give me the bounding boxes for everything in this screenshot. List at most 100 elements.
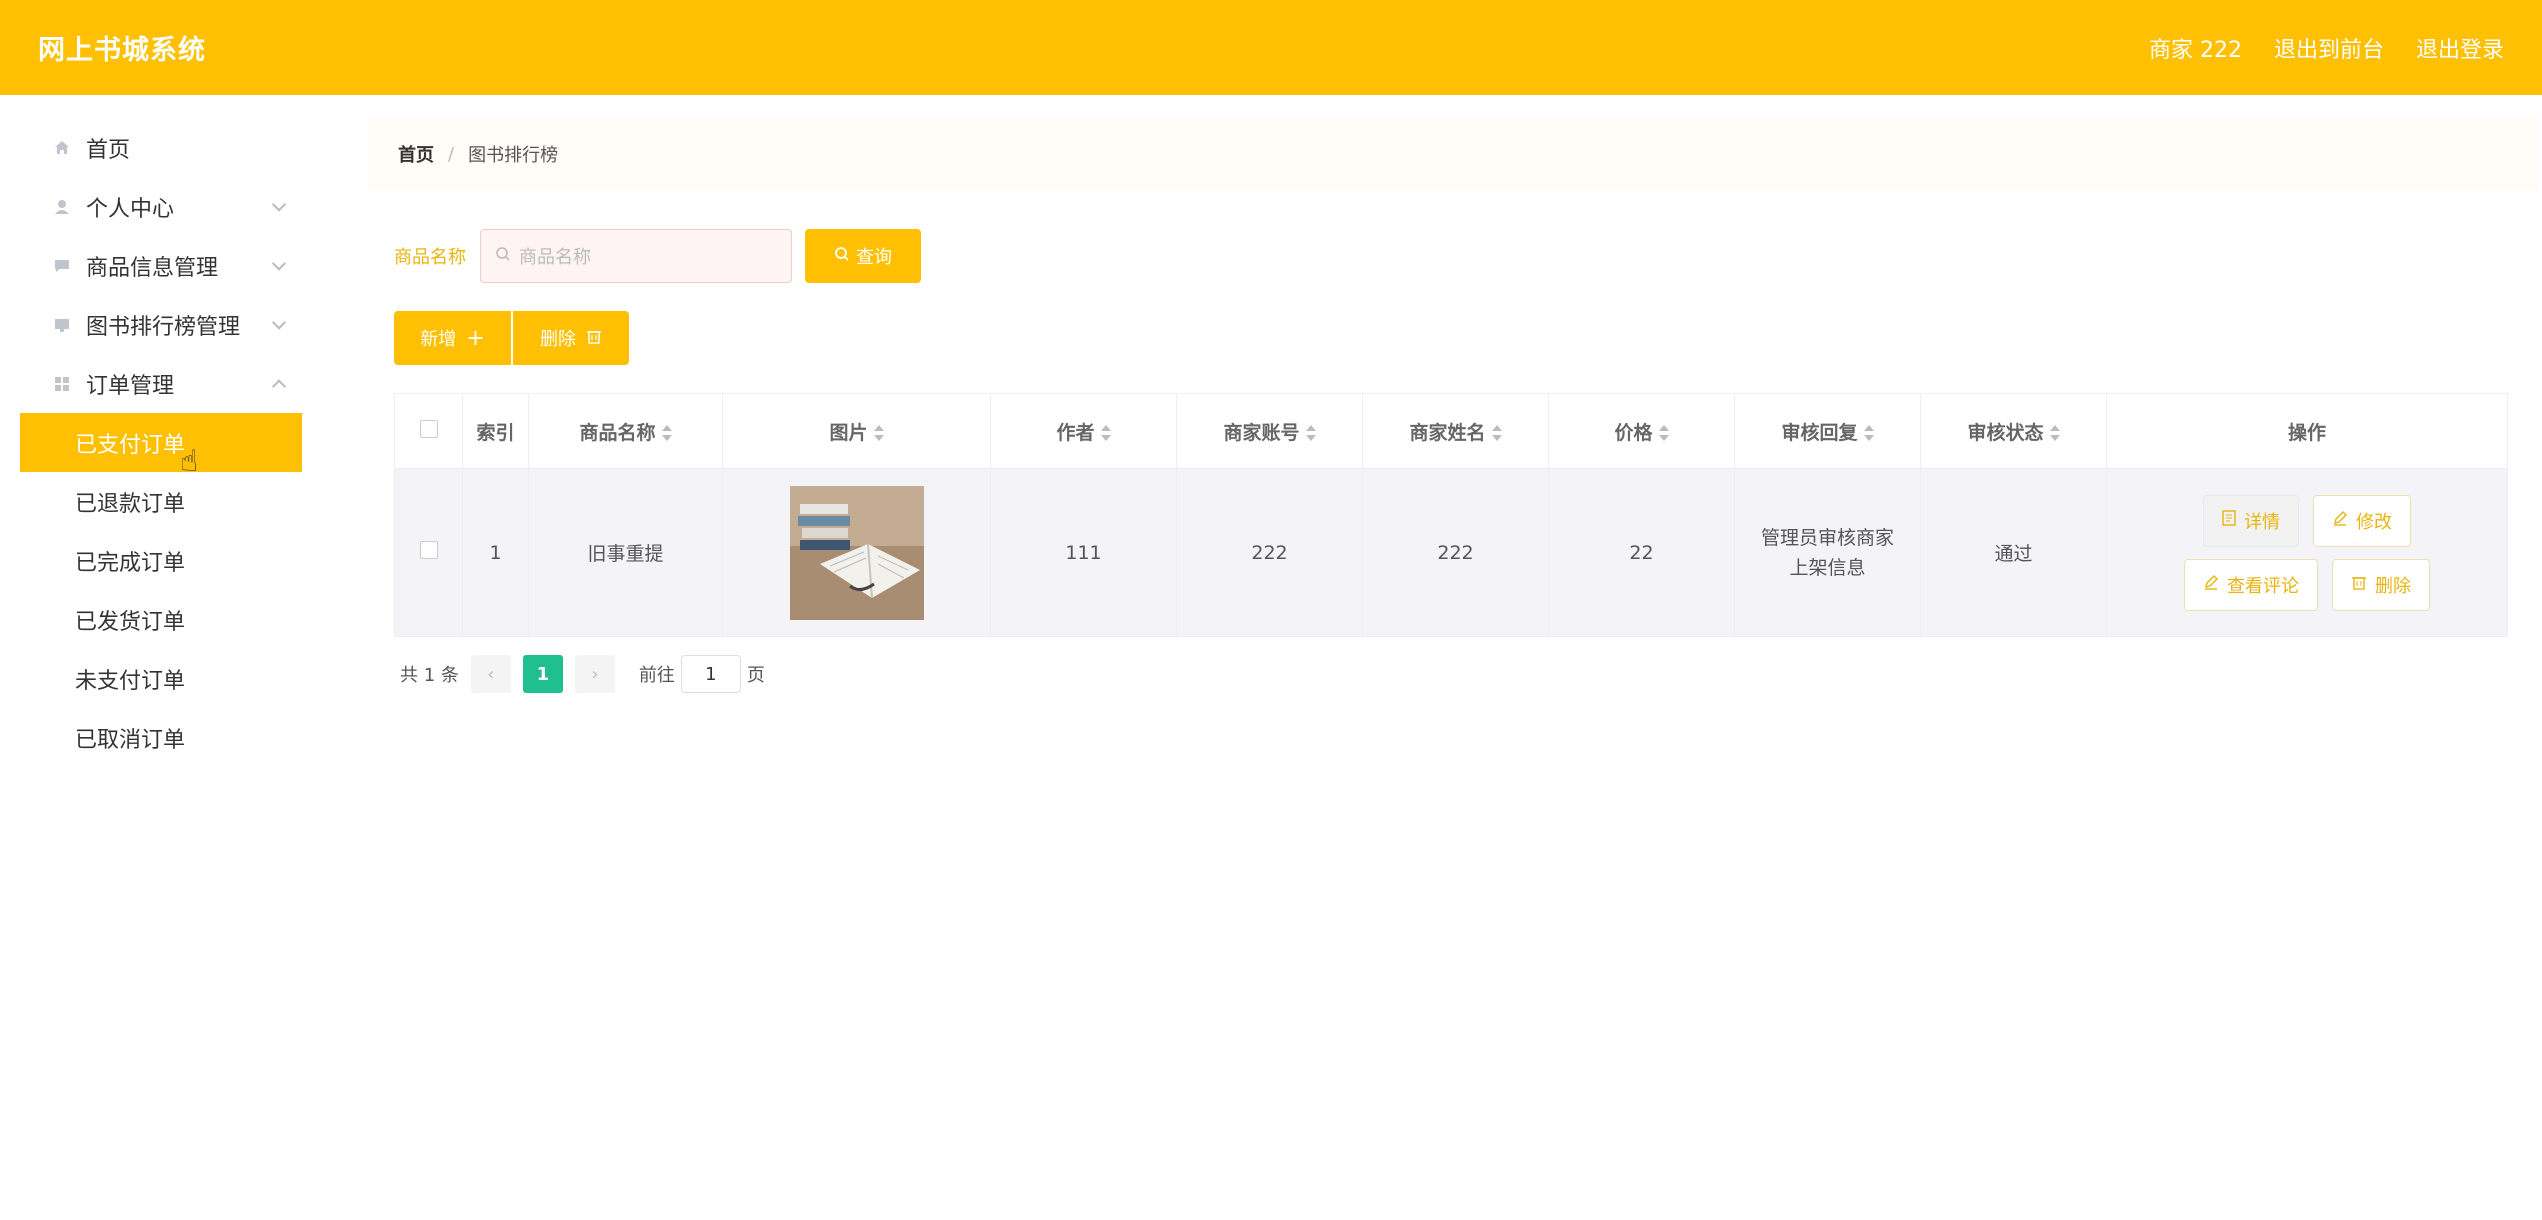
chevron-down-icon bbox=[271, 314, 287, 330]
monitor-icon bbox=[52, 315, 72, 335]
sidebar-item-label: 图书排行榜管理 bbox=[86, 314, 241, 340]
sidebar-subitem-label: 已发货订单 bbox=[75, 609, 186, 635]
sidebar-subitem-paid-orders[interactable]: 已支付订单 bbox=[20, 413, 302, 472]
sidebar-subitem-refunded-orders[interactable]: 已退款订单 bbox=[20, 472, 302, 531]
delete-button-label: 删除 bbox=[540, 329, 576, 350]
col-header-author[interactable]: 作者 bbox=[990, 393, 1177, 469]
page-number[interactable]: 1 bbox=[522, 655, 563, 693]
cell-merchant-name: 222 bbox=[1362, 468, 1549, 637]
breadcrumb: 首页 / 图书排行榜 bbox=[368, 118, 2538, 190]
chevron-down-icon bbox=[271, 196, 287, 212]
sidebar-item-label: 订单管理 bbox=[86, 373, 175, 399]
col-header-price[interactable]: 价格 bbox=[1548, 393, 1735, 469]
edit-button[interactable]: 修改 bbox=[2313, 494, 2412, 547]
grid-icon bbox=[52, 374, 72, 394]
row-select-cell[interactable] bbox=[394, 468, 463, 637]
col-header-merchant-account[interactable]: 商家账号 bbox=[1176, 393, 1363, 469]
select-all-cell[interactable] bbox=[394, 393, 463, 469]
sidebar-subitem-unpaid-orders[interactable]: 未支付订单 bbox=[20, 649, 302, 708]
sidebar-item-home[interactable]: 首页 bbox=[20, 118, 302, 177]
sidebar-subitem-label: 已退款订单 bbox=[75, 491, 186, 517]
sort-icon[interactable] bbox=[1100, 425, 1111, 441]
sort-icon[interactable] bbox=[1305, 425, 1316, 441]
user-label[interactable]: 商家 222 bbox=[2149, 32, 2242, 64]
pagination-total: 共 1 条 bbox=[400, 665, 459, 686]
sort-icon[interactable] bbox=[1863, 425, 1874, 441]
col-header-image[interactable]: 图片 bbox=[722, 393, 991, 469]
book-thumbnail[interactable] bbox=[789, 485, 924, 620]
search-input[interactable]: 商品名称 bbox=[480, 229, 792, 283]
add-button[interactable]: 新增 + bbox=[394, 311, 511, 365]
sidebar-subitem-completed-orders[interactable]: 已完成订单 bbox=[20, 531, 302, 590]
document-icon bbox=[2222, 510, 2236, 531]
sidebar-item-goods[interactable]: 商品信息管理 bbox=[20, 236, 302, 295]
plus-icon: + bbox=[466, 325, 485, 351]
sort-icon[interactable] bbox=[2049, 425, 2060, 441]
sidebar: 首页 个人中心 商品信息管理 图书排行榜管理 订单管理 已支付订单 已退款订单 … bbox=[20, 118, 302, 767]
edit-icon bbox=[2332, 510, 2348, 531]
col-header-operations: 操作 bbox=[2106, 393, 2508, 469]
sidebar-item-orders[interactable]: 订单管理 bbox=[20, 354, 302, 413]
detail-button-label: 详情 bbox=[2243, 511, 2280, 533]
home-icon bbox=[52, 138, 72, 158]
search-icon bbox=[495, 246, 511, 267]
col-header-merchant-name[interactable]: 商家姓名 bbox=[1362, 393, 1549, 469]
trash-icon bbox=[586, 328, 602, 349]
cell-name: 旧事重提 bbox=[528, 468, 723, 637]
search-icon bbox=[834, 246, 850, 267]
edit-button-label: 修改 bbox=[2356, 511, 2393, 533]
chevron-down-icon bbox=[271, 255, 287, 271]
goto-suffix: 页 bbox=[746, 665, 765, 686]
message-icon bbox=[52, 256, 72, 276]
user-icon bbox=[52, 197, 72, 217]
row-checkbox[interactable] bbox=[419, 541, 438, 559]
cell-review-status: 通过 bbox=[1920, 468, 2107, 637]
col-header-name[interactable]: 商品名称 bbox=[528, 393, 723, 469]
table-header-row: 索引 商品名称 图片 作者 商家账号 商家姓名 价格 审核回复 审核状态 操作 bbox=[394, 393, 2508, 469]
sort-icon[interactable] bbox=[1658, 425, 1669, 441]
sort-icon[interactable] bbox=[873, 425, 884, 441]
detail-button[interactable]: 详情 bbox=[2202, 494, 2299, 547]
search-button[interactable]: 查询 bbox=[805, 229, 921, 283]
sidebar-subitem-shipped-orders[interactable]: 已发货订单 bbox=[20, 590, 302, 649]
select-all-checkbox[interactable] bbox=[419, 419, 438, 438]
prev-page-button[interactable]: ‹ bbox=[470, 655, 511, 693]
sidebar-item-ranking[interactable]: 图书排行榜管理 bbox=[20, 295, 302, 354]
pagination: 共 1 条 ‹ 1 › 前往 1 页 bbox=[400, 655, 765, 693]
sort-icon[interactable] bbox=[1491, 425, 1502, 441]
batch-delete-button[interactable]: 删除 bbox=[513, 311, 629, 365]
breadcrumb-home[interactable]: 首页 bbox=[398, 141, 434, 167]
sidebar-subitem-label: 未支付订单 bbox=[75, 668, 186, 694]
col-header-review-reply[interactable]: 审核回复 bbox=[1734, 393, 1921, 469]
action-toolbar: 新增 + 删除 bbox=[394, 311, 629, 365]
cell-merchant-account: 222 bbox=[1176, 468, 1363, 637]
search-bar: 商品名称 商品名称 查询 bbox=[394, 229, 921, 283]
edit-icon bbox=[2203, 574, 2219, 595]
cell-image bbox=[722, 468, 991, 637]
top-bar: 网上书城系统 商家 222 退出到前台 退出登录 bbox=[0, 0, 2542, 95]
logout-link[interactable]: 退出登录 bbox=[2416, 32, 2504, 64]
row-delete-button[interactable]: 删除 bbox=[2332, 558, 2431, 611]
sidebar-subitem-cancelled-orders[interactable]: 已取消订单 bbox=[20, 708, 302, 767]
goto-page-input[interactable]: 1 bbox=[680, 655, 741, 693]
next-page-button[interactable]: › bbox=[574, 655, 615, 693]
view-comments-button[interactable]: 查看评论 bbox=[2183, 558, 2318, 611]
breadcrumb-current: 图书排行榜 bbox=[468, 145, 559, 166]
view-comments-label: 查看评论 bbox=[2226, 575, 2299, 597]
cell-review-reply: 管理员审核商家上架信息 bbox=[1734, 468, 1921, 637]
hand-cursor-icon: ☝ bbox=[180, 444, 199, 479]
sidebar-subitem-label: 已支付订单 bbox=[75, 432, 186, 458]
exit-to-front-link[interactable]: 退出到前台 bbox=[2274, 32, 2384, 64]
sort-icon[interactable] bbox=[661, 425, 672, 441]
sidebar-item-label: 商品信息管理 bbox=[86, 255, 219, 281]
col-header-review-status[interactable]: 审核状态 bbox=[1920, 393, 2107, 469]
cell-operations: 详情 修改 查看评论 删除 bbox=[2106, 468, 2508, 637]
cell-author: 111 bbox=[990, 468, 1177, 637]
cell-index: 1 bbox=[462, 468, 529, 637]
table-row: 1 旧事重提 111 222 222 22 管理员审核商家上架信息 通过 详情 … bbox=[394, 468, 2508, 637]
col-header-index: 索引 bbox=[462, 393, 529, 469]
sidebar-item-personal-center[interactable]: 个人中心 bbox=[20, 177, 302, 236]
sidebar-item-label: 个人中心 bbox=[86, 196, 175, 222]
goto-prefix: 前往 bbox=[638, 665, 675, 686]
sidebar-subitem-label: 已取消订单 bbox=[75, 727, 186, 753]
